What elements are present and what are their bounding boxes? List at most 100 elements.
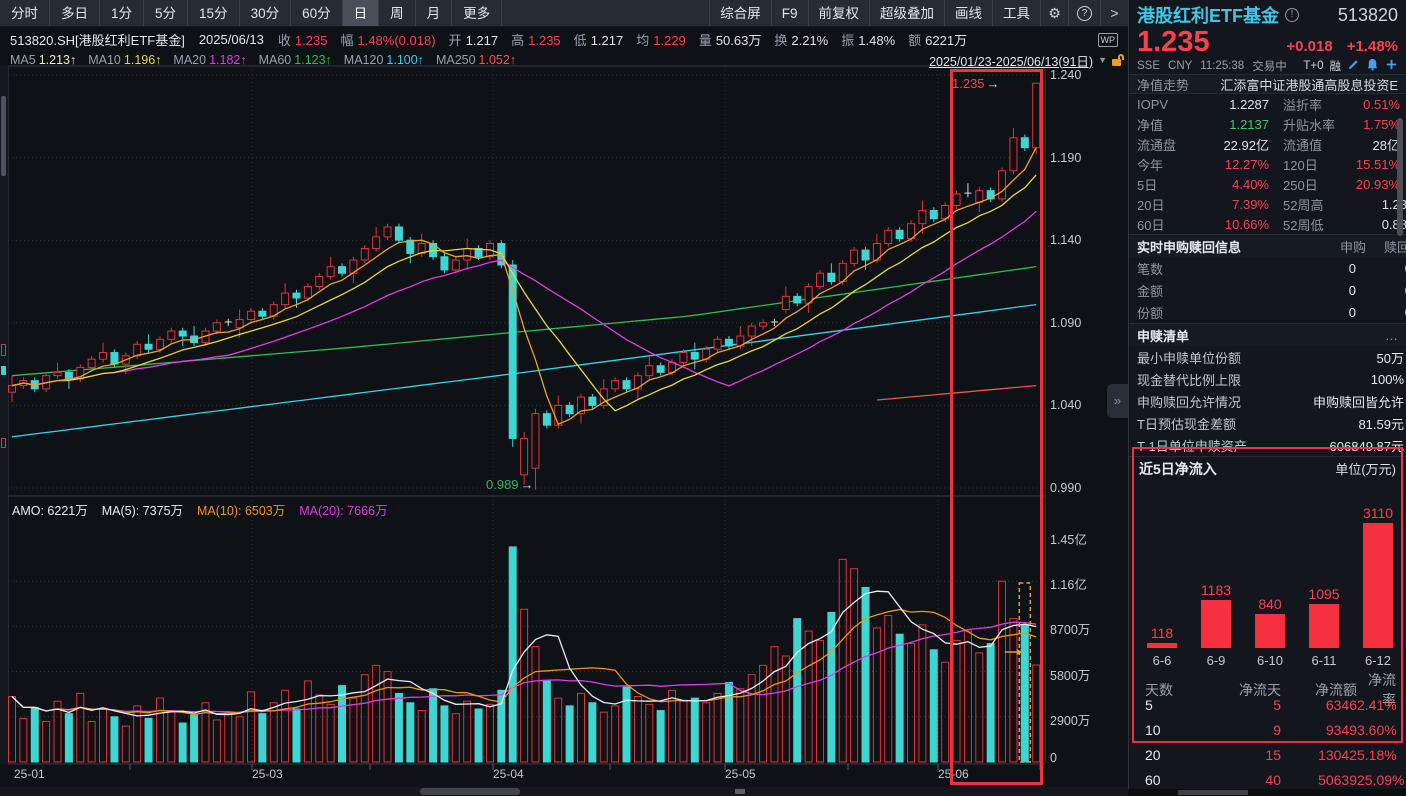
overview-value: 7.39% (1193, 197, 1269, 212)
overview-label: 250日 (1269, 175, 1343, 194)
stock-info-panel: 港股红利ETF基金 ! 513820 1.235 +0.018 +1.48% S… (1128, 0, 1406, 796)
more-icon[interactable]: … (1385, 328, 1398, 343)
quote-field: 换2.21% (774, 30, 828, 49)
wp-badge[interactable]: WP (1098, 33, 1119, 47)
redeem-rows: 最小申赎单位份额50万现金替代比例上限100%申购赎回允许情况申购赎回皆允许T日… (1129, 346, 1406, 456)
period-tab[interactable]: 60分 (291, 0, 343, 26)
amo-legend-item: AMO: 6221万 (12, 500, 88, 516)
amo-legend-item: MA(20): 7666万 (299, 500, 387, 516)
period-tab[interactable]: 5分 (144, 0, 188, 26)
overview-row: IOPV1.2287溢折率0.51% (1129, 94, 1406, 114)
toolbar-button[interactable]: 综合屏 (709, 0, 771, 26)
vertical-scrollbar-thumb[interactable] (1, 96, 6, 176)
kline-chart[interactable] (0, 0, 1128, 796)
flow-chart-header: 近5日净流入 单位(万元) (1129, 456, 1406, 480)
toolbar-button[interactable]: 前复权 (808, 0, 870, 26)
flow-table-row: 2015130425.18% (1129, 742, 1406, 767)
time-axis: 25-0125-0325-0425-0525-06 (0, 767, 1128, 785)
quote-field-label: 换 (774, 33, 787, 48)
help-icon[interactable]: ? (1077, 6, 1092, 21)
flow-table-cell: 50639 (1281, 772, 1357, 788)
ma-value: 1.213↑ (39, 53, 77, 67)
flow-table-cell: 15 (1215, 747, 1281, 763)
quote-field-label: 额 (908, 33, 921, 48)
edit-pencil-icon[interactable] (1347, 58, 1360, 74)
overview-value: 20.93% (1343, 177, 1400, 192)
flow-table-cell: 40 (1215, 772, 1281, 788)
period-tab[interactable]: 分时 (0, 0, 50, 26)
flow-table-cell: 20 (1145, 747, 1215, 763)
ma-legend-item: MA2501.052↑ (436, 53, 516, 67)
flow-table-cell: 60 (1145, 772, 1215, 788)
flow-bar (1309, 604, 1339, 648)
quote-time: 11:25:38 (1200, 60, 1244, 72)
redeem-value: 81.59元 (1236, 414, 1404, 433)
flow-table-cell: 5 (1215, 697, 1281, 713)
overview-value: 28亿 (1343, 135, 1400, 154)
collapse-panel-handle[interactable]: » (1107, 384, 1128, 418)
price-change: +0.018 (1286, 38, 1332, 55)
flow-bar-date: 6-11 (1297, 653, 1351, 668)
horizontal-scrollbar-thumb[interactable] (420, 788, 520, 795)
quote-field-value: 1.235 (295, 33, 328, 48)
time-axis-label: 25-05 (725, 767, 756, 781)
subscribe-row: 金额00 (1129, 279, 1406, 301)
quote-field: 幅1.48%(0.018) (340, 30, 435, 49)
quote-field: 收1.235 (278, 30, 328, 49)
flow-table-cell: 6346 (1281, 697, 1357, 713)
quote-field: 开1.217 (449, 30, 499, 49)
symbol-label: 513820.SH[港股红利ETF基金] (10, 30, 185, 49)
redeem-row: 申购赎回允许情况申购赎回皆允许 (1129, 390, 1406, 412)
overview-row: 净值1.2137升贴水率1.75% (1129, 114, 1406, 134)
ma-legend: MA51.213↑MA101.196↑MA201.182↑MA601.123↑M… (10, 53, 528, 67)
unlock-icon[interactable] (1112, 54, 1124, 67)
flow-bar (1201, 600, 1231, 648)
overview-label: 120日 (1269, 155, 1343, 174)
subscribe-value: 0 (1356, 261, 1406, 276)
overview-label: 60日 (1137, 215, 1193, 234)
period-tab[interactable]: 多日 (50, 0, 100, 26)
quote-field: 均1.229 (636, 30, 686, 49)
period-tab[interactable]: 日 (343, 0, 380, 26)
period-tab[interactable]: 周 (379, 0, 416, 26)
period-tab[interactable]: 15分 (188, 0, 240, 26)
net-inflow-bar-chart: 1186-611836-98406-1010956-1131106-12 (1129, 480, 1406, 670)
toolbar-button[interactable]: 画线 (944, 0, 992, 26)
quote-fields: 收1.235幅1.48%(0.018)开1.217高1.235低1.217均1.… (278, 30, 980, 49)
amo-legend-item: MA(5): 7375万 (102, 500, 183, 516)
panel-bottom-strip (1128, 789, 1406, 796)
nav-label: 净值走势 (1137, 75, 1189, 94)
settings-gear-icon[interactable]: ⚙ (1040, 0, 1068, 26)
flow-bar (1255, 614, 1285, 648)
overview-value: 1.75% (1343, 117, 1400, 132)
flow-table-row: 5563462.41% (1129, 692, 1406, 717)
toolbar-button[interactable]: 超级叠加 (869, 0, 944, 26)
toolbar: 分时多日1分5分15分30分60分日周月更多 综合屏F9前复权超级叠加画线工具⚙… (0, 0, 1128, 27)
toolbar-button[interactable]: 工具 (992, 0, 1040, 26)
expand-arrow-icon[interactable]: > (1100, 0, 1128, 26)
chevron-down-icon[interactable]: ▼ (1098, 55, 1107, 65)
panel-scrollbar-thumb[interactable] (1397, 118, 1403, 236)
subscribe-value: 0 (1260, 305, 1356, 320)
overview-row: 今年12.27%120日15.51% (1129, 154, 1406, 174)
period-tab[interactable]: 月 (416, 0, 453, 26)
quote-bar: 513820.SH[港股红利ETF基金] 2025/06/13 收1.235幅1… (0, 27, 1128, 52)
info-icon[interactable]: ! (1285, 8, 1299, 22)
date-range-selector[interactable]: 2025/01/23-2025/06/13(91日) (929, 51, 1093, 70)
subscribe-row: 笔数00 (1129, 257, 1406, 279)
period-tab[interactable]: 更多 (452, 0, 502, 26)
ma-label: MA60 (259, 53, 292, 67)
nav-row[interactable]: 净值走势 汇添富中证港股通高股息投资E (1129, 74, 1406, 94)
flow-table-cell: 5.18% (1357, 747, 1397, 763)
flow-bar-value: 1095 (1297, 586, 1351, 602)
overview-label: IOPV (1137, 97, 1193, 112)
horizontal-scrollbar[interactable] (0, 787, 1128, 796)
alert-bell-icon[interactable] (1366, 58, 1379, 74)
toolbar-button[interactable]: F9 (771, 0, 808, 26)
add-plus-icon[interactable] (1385, 58, 1398, 74)
overview-label: 流通值 (1269, 135, 1343, 154)
ma-legend-bar: MA51.213↑MA101.196↑MA201.182↑MA601.123↑M… (0, 52, 1128, 68)
redeem-row: 现金替代比例上限100% (1129, 368, 1406, 390)
period-tab[interactable]: 30分 (240, 0, 292, 26)
period-tab[interactable]: 1分 (100, 0, 144, 26)
